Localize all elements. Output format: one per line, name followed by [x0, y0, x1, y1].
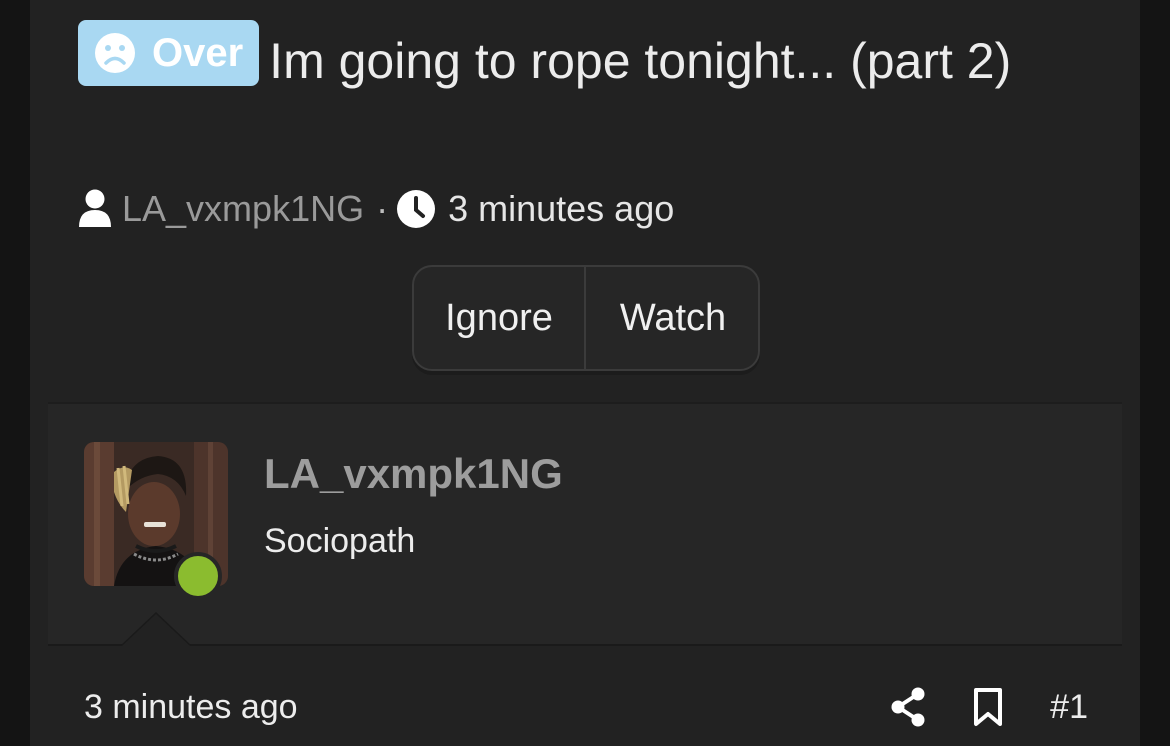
post-user-block: LA_vxmpk1NG Sociopath: [48, 402, 1122, 646]
bookmark-icon[interactable]: [970, 687, 1006, 727]
user-block-arrow: [122, 614, 190, 646]
ignore-button[interactable]: Ignore: [414, 267, 586, 369]
user-icon: [78, 189, 112, 229]
thread-action-buttons: Ignore Watch: [412, 265, 760, 371]
post-time[interactable]: 3 minutes ago: [84, 688, 890, 727]
thread-title: Over Im going to rope tonight... (part 2): [78, 20, 1098, 99]
post-footer: 3 minutes ago #1: [84, 684, 1088, 730]
thread-meta: LA_vxmpk1NG · 3 minutes ago: [78, 184, 674, 234]
thread-prefix-badge[interactable]: Over: [78, 20, 260, 86]
post-number-link[interactable]: #1: [1050, 688, 1088, 727]
thread-prefix-label: Over: [152, 31, 244, 75]
meta-separator: ·: [376, 188, 389, 229]
share-icon[interactable]: [890, 687, 926, 727]
clock-icon: [396, 189, 436, 229]
thread-title-text: Im going to rope tonight... (part 2): [269, 33, 1012, 89]
post-user-title: Sociopath: [264, 522, 416, 560]
sad-face-icon: [94, 32, 136, 74]
thread-panel: Over Im going to rope tonight... (part 2)…: [30, 0, 1140, 746]
thread-author-link[interactable]: LA_vxmpk1NG: [122, 188, 364, 230]
watch-button[interactable]: Watch: [586, 267, 758, 369]
online-status-indicator: [174, 552, 222, 600]
post-username[interactable]: LA_vxmpk1NG: [264, 450, 563, 498]
post-actions: #1: [890, 687, 1088, 727]
post-message: LA_vxmpk1NG Sociopath 3 minutes ago #1: [48, 402, 1122, 746]
thread-posted-time[interactable]: 3 minutes ago: [448, 188, 674, 230]
